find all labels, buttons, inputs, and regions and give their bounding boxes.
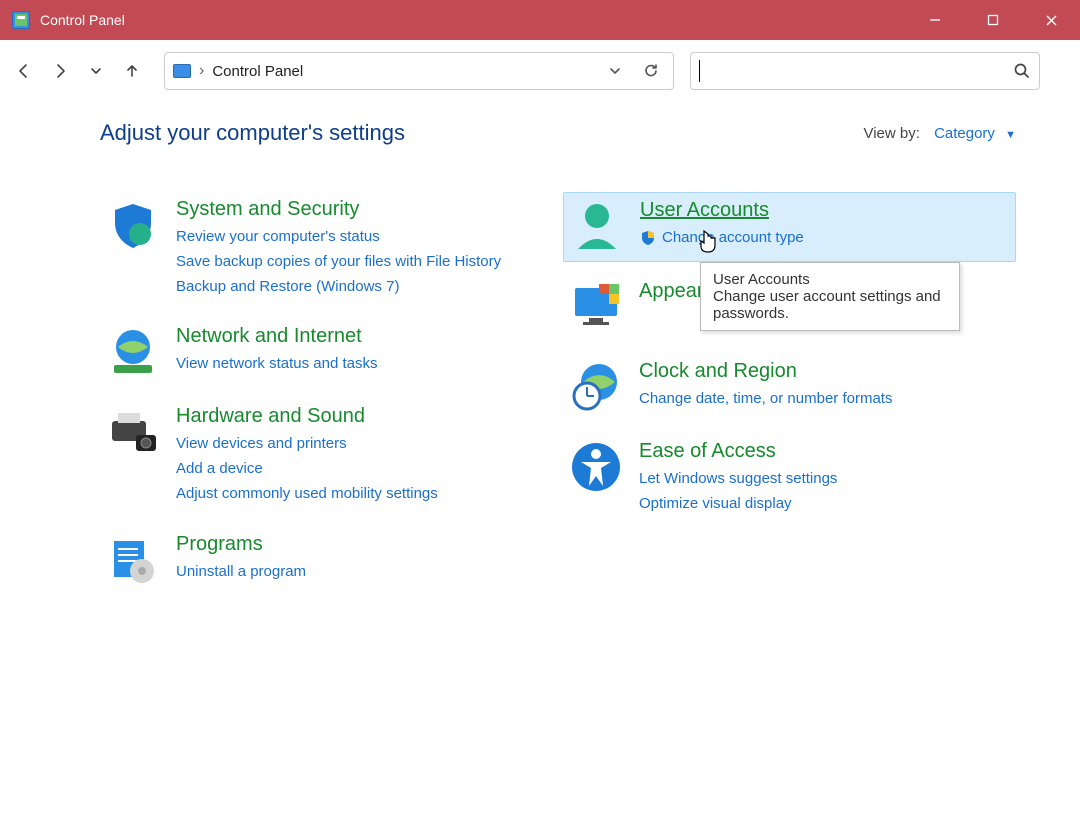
view-by-selector[interactable]: View by: Category ▼ [863,125,1016,142]
window-title: Control Panel [40,12,125,28]
sublink[interactable]: View devices and printers [176,432,547,457]
clock-globe-icon [569,360,623,414]
address-bar[interactable]: › Control Panel [164,52,674,90]
uac-shield-icon [640,230,656,246]
history-dropdown[interactable] [80,55,112,87]
category-title[interactable]: Clock and Region [639,360,1010,383]
sublink-change-account-type[interactable]: Change account type [640,226,1009,251]
category-title[interactable]: Network and Internet [176,325,547,348]
control-panel-icon [173,64,191,78]
category-title[interactable]: Programs [176,533,547,556]
sublink[interactable]: Change date, time, or number formats [639,387,1010,412]
tooltip-title: User Accounts [713,271,947,288]
app-icon [12,11,30,29]
forward-button[interactable] [44,55,76,87]
sublink[interactable]: View network status and tasks [176,352,547,377]
sublink[interactable]: Add a device [176,457,547,482]
category-title[interactable]: System and Security [176,198,547,221]
chevron-down-icon: ▼ [1005,129,1016,141]
category-title[interactable]: User Accounts [640,199,1009,222]
sublink[interactable]: Let Windows suggest settings [639,467,1010,492]
refresh-button[interactable] [637,57,665,85]
tooltip-body: Change user account settings and passwor… [713,288,947,322]
shield-icon [106,198,160,252]
category-ease-of-access[interactable]: Ease of Access Let Windows suggest setti… [563,434,1016,525]
monitor-icon [569,280,623,334]
category-hardware[interactable]: Hardware and Sound View devices and prin… [100,399,553,514]
search-caret [699,60,700,82]
category-programs[interactable]: Programs Uninstall a program [100,527,553,595]
view-by-value: Category [934,125,995,142]
user-icon [570,199,624,253]
printer-icon [106,405,160,459]
category-title[interactable]: Hardware and Sound [176,405,547,428]
close-button[interactable] [1022,0,1080,40]
content-area: Adjust your computer's settings View by:… [0,102,1080,607]
category-clock[interactable]: Clock and Region Change date, time, or n… [563,354,1016,422]
page-title: Adjust your computer's settings [100,120,405,146]
address-dropdown[interactable] [601,57,629,85]
sublink[interactable]: Adjust commonly used mobility settings [176,482,547,507]
globe-icon [106,325,160,379]
tooltip: User Accounts Change user account settin… [700,262,960,331]
minimize-button[interactable] [906,0,964,40]
title-bar: Control Panel [0,0,1080,40]
breadcrumb[interactable]: Control Panel [212,63,303,80]
sublink[interactable]: Optimize visual display [639,492,1010,517]
category-title[interactable]: Ease of Access [639,440,1010,463]
category-user-accounts[interactable]: User Accounts Change account type [563,192,1016,262]
category-system-security[interactable]: System and Security Review your computer… [100,192,553,307]
sublink[interactable]: Save backup copies of your files with Fi… [176,250,547,275]
content-header: Adjust your computer's settings View by:… [100,120,1016,146]
up-button[interactable] [116,55,148,87]
window-controls [906,0,1080,40]
search-input[interactable] [699,63,1013,80]
sublink[interactable]: Uninstall a program [176,560,547,585]
view-by-label: View by: [863,125,919,142]
sublink[interactable]: Review your computer's status [176,225,547,250]
toolbar: › Control Panel [0,40,1080,102]
search-box[interactable] [690,52,1040,90]
back-button[interactable] [8,55,40,87]
breadcrumb-sep: › [199,62,204,80]
category-network[interactable]: Network and Internet View network status… [100,319,553,387]
programs-icon [106,533,160,587]
maximize-button[interactable] [964,0,1022,40]
search-icon[interactable] [1013,62,1031,80]
category-grid: System and Security Review your computer… [100,192,1016,607]
sublink-label: Change account type [662,226,804,251]
accessibility-icon [569,440,623,494]
sublink[interactable]: Backup and Restore (Windows 7) [176,275,547,300]
